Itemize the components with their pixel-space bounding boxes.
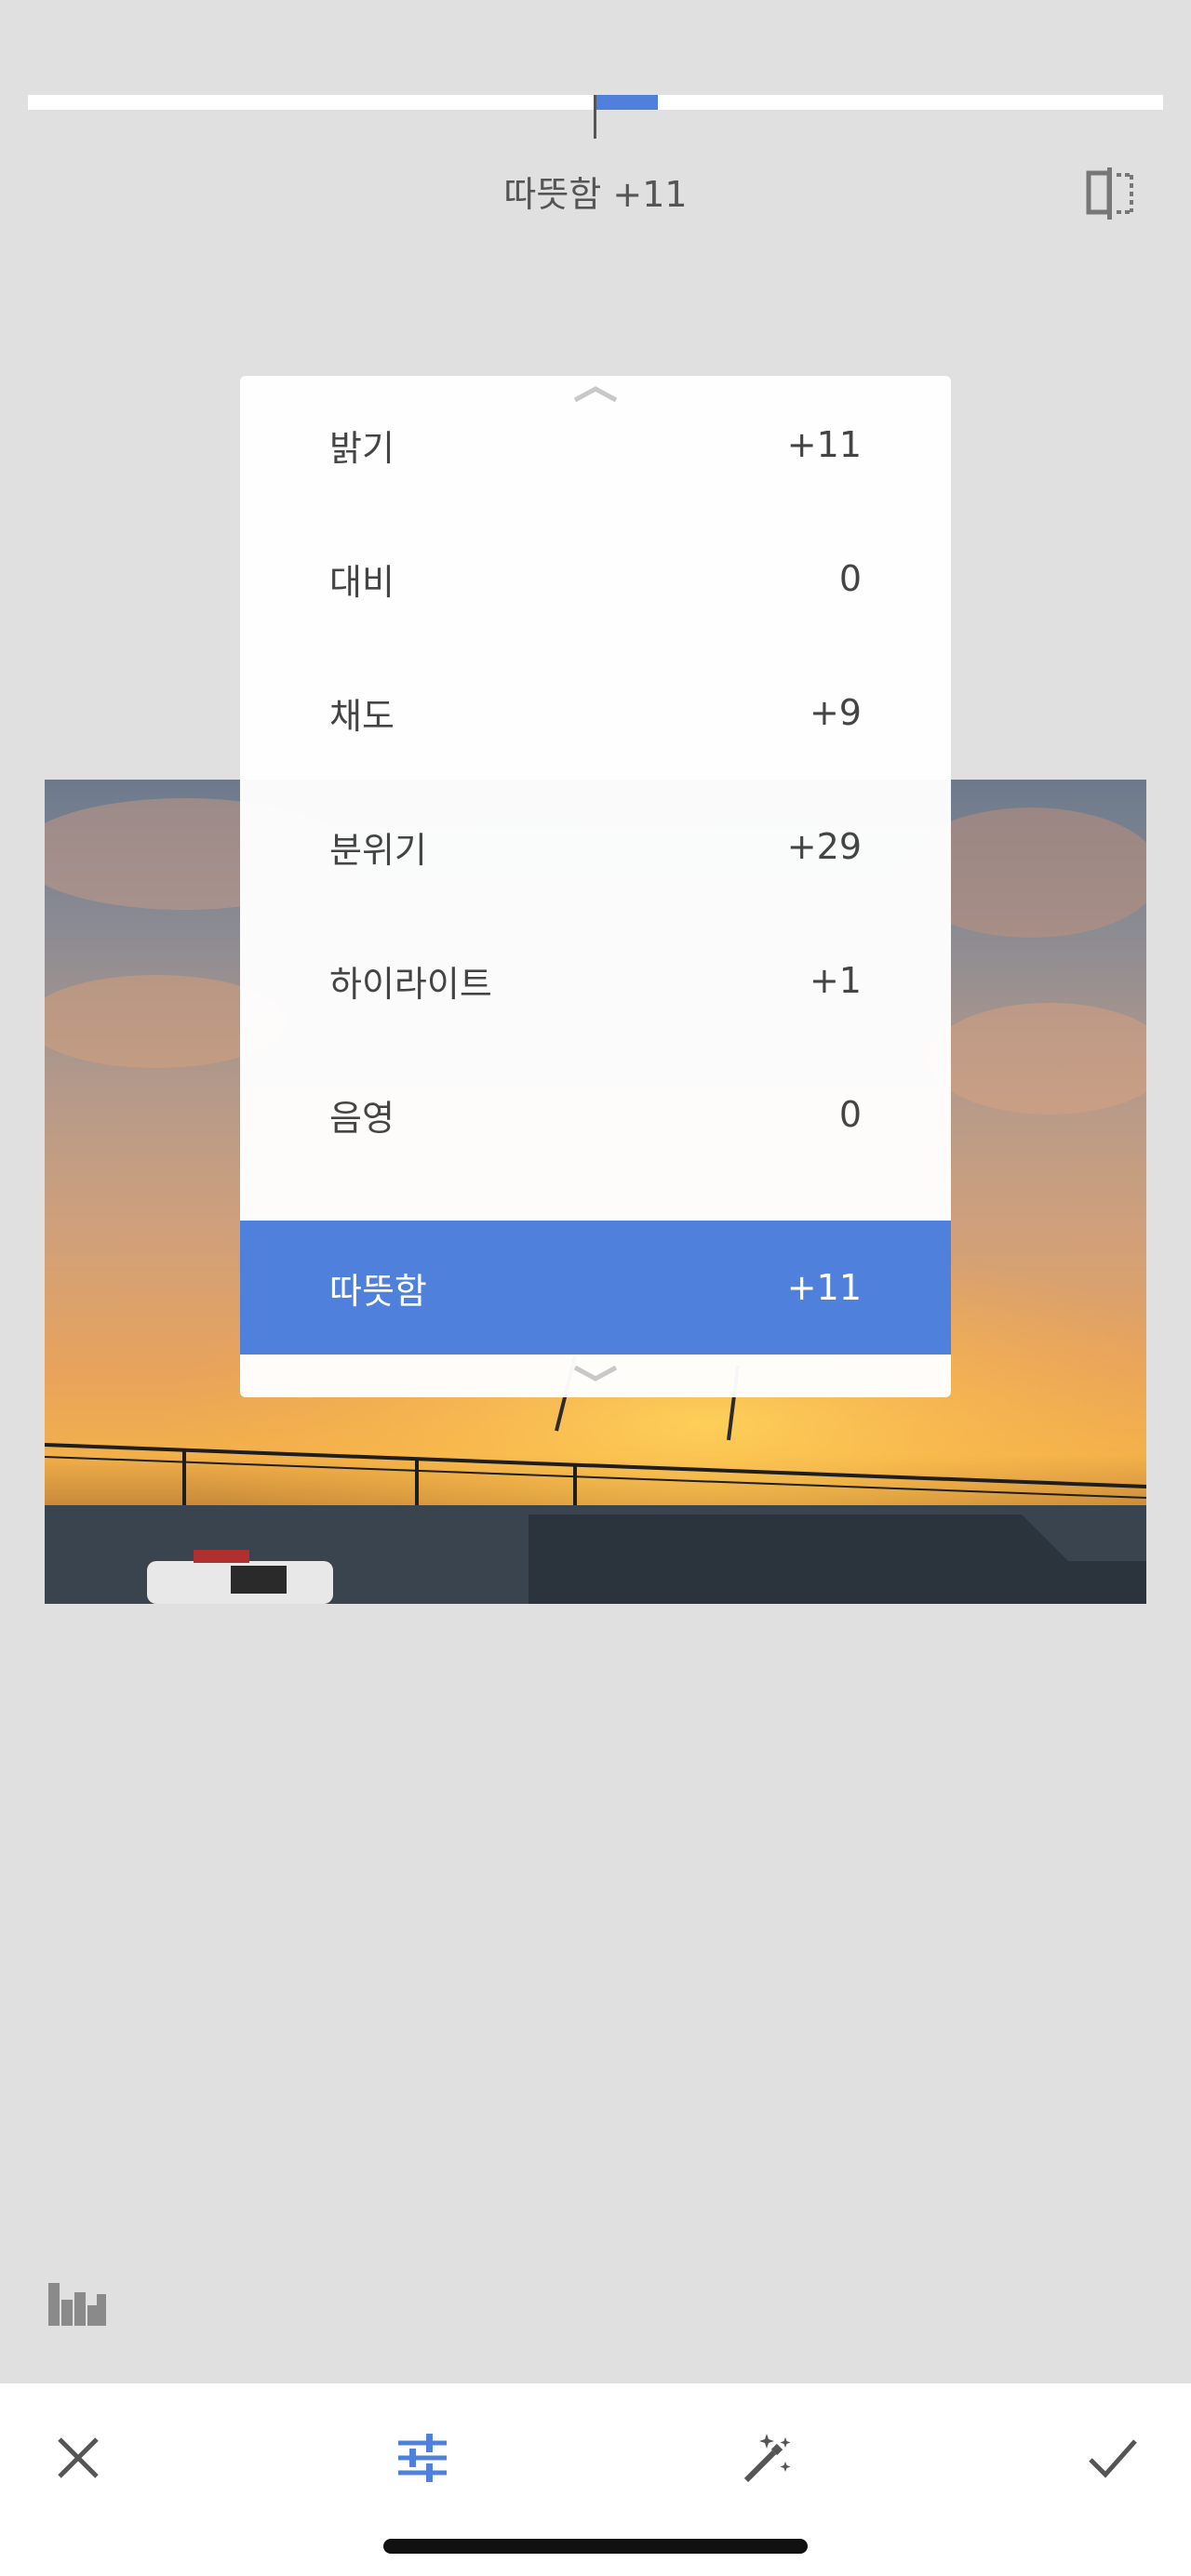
checkmark-icon[interactable] — [1085, 2430, 1141, 2486]
close-icon[interactable] — [50, 2430, 106, 2486]
menu-item-label: 밝기 — [329, 427, 395, 469]
adjustment-menu: 밝기 +11 대비 0 채도 +9 분위기 +29 하이라이트 +1 음영 0 … — [240, 376, 951, 1397]
home-indicator[interactable] — [383, 2539, 808, 2554]
menu-item-label: 채도 — [329, 695, 395, 737]
menu-item-label: 대비 — [329, 561, 395, 603]
menu-item-value: +9 — [809, 692, 862, 733]
menu-item-ambience[interactable]: 분위기 +29 — [240, 780, 951, 914]
active-parameter-label: 따뜻함 +11 — [503, 174, 688, 215]
menu-item-label: 분위기 — [329, 829, 427, 871]
menu-item-value: 0 — [838, 1094, 862, 1135]
menu-item-contrast[interactable]: 대비 0 — [240, 512, 951, 646]
adjust-slider-center-marker — [594, 95, 596, 139]
menu-item-value: +11 — [786, 424, 862, 465]
menu-item-value: 0 — [838, 558, 862, 599]
tune-sliders-icon[interactable] — [395, 2430, 450, 2486]
split-compare-icon[interactable] — [1085, 167, 1137, 220]
chevron-down-icon[interactable] — [240, 1362, 951, 1397]
menu-item-value: +11 — [786, 1267, 862, 1308]
menu-item-label: 따뜻함 — [329, 1270, 427, 1312]
menu-item-value: +29 — [786, 826, 862, 867]
histogram-icon[interactable] — [47, 2279, 108, 2326]
menu-item-saturation[interactable]: 채도 +9 — [240, 646, 951, 780]
adjust-slider-fill — [596, 95, 658, 110]
menu-item-brightness[interactable]: 밝기 +11 — [240, 378, 951, 512]
menu-item-warmth[interactable]: 따뜻함 +11 — [240, 1221, 951, 1355]
menu-item-label: 음영 — [329, 1097, 395, 1139]
menu-item-value: +1 — [809, 960, 862, 1001]
menu-item-label: 하이라이트 — [329, 963, 492, 1005]
menu-item-shadows[interactable]: 음영 0 — [240, 1048, 951, 1181]
magic-wand-icon[interactable] — [739, 2430, 795, 2486]
menu-item-highlights[interactable]: 하이라이트 +1 — [240, 914, 951, 1048]
